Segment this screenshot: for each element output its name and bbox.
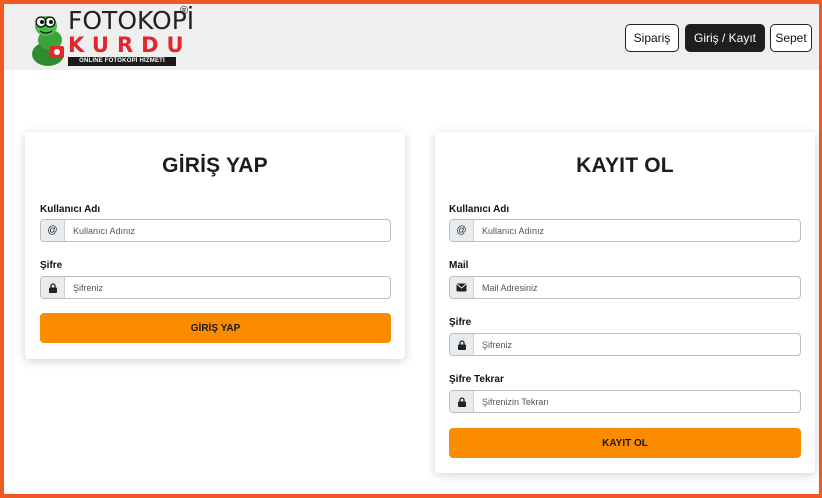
at-icon: @ xyxy=(450,220,474,241)
register-password-repeat-group xyxy=(449,390,801,413)
login-password-group xyxy=(40,276,391,299)
register-title: KAYIT OL xyxy=(576,154,674,177)
login-username-label: Kullanıcı Adı xyxy=(40,204,101,215)
login-password-input[interactable] xyxy=(65,277,390,298)
register-mail-input[interactable] xyxy=(474,277,800,298)
login-title: GİRİŞ YAP xyxy=(162,154,268,177)
register-username-group: @ xyxy=(449,219,801,242)
nav-orders-button[interactable]: Sipariş xyxy=(625,24,679,52)
brand-name-line2: KURDU xyxy=(68,33,192,57)
register-username-label: Kullanıcı Adı xyxy=(449,204,510,215)
lock-icon xyxy=(41,277,65,298)
register-password-label: Şifre xyxy=(449,317,472,328)
navbar: FOTOKOPİ ® KURDU ONLINE FOTOKOPİ HİZMETİ… xyxy=(4,4,819,70)
register-mail-group xyxy=(449,276,801,299)
nav-login-register-button[interactable]: Giriş / Kayıt xyxy=(685,24,765,52)
brand-tagline: ONLINE FOTOKOPİ HİZMETİ xyxy=(68,57,176,66)
login-username-group: @ xyxy=(40,219,391,242)
register-card: KAYIT OL Kullanıcı Adı @ Mail Şifre Şifr… xyxy=(435,132,815,473)
registered-mark: ® xyxy=(180,5,189,17)
nav-cart-button[interactable]: Sepet xyxy=(770,24,812,52)
login-card: GİRİŞ YAP Kullanıcı Adı @ Şifre GİRİŞ YA… xyxy=(25,132,405,359)
at-icon: @ xyxy=(41,220,65,241)
brand-name-line1: FOTOKOPİ xyxy=(68,6,195,35)
register-password-group xyxy=(449,333,801,356)
worm-mascot-icon xyxy=(32,16,64,66)
login-username-input[interactable] xyxy=(65,220,390,241)
login-submit-button[interactable]: GİRİŞ YAP xyxy=(40,313,391,343)
lock-icon xyxy=(450,391,474,412)
brand-logo[interactable]: FOTOKOPİ ® KURDU ONLINE FOTOKOPİ HİZMETİ xyxy=(28,5,198,68)
register-mail-label: Mail xyxy=(449,260,469,271)
register-password-repeat-input[interactable] xyxy=(474,391,800,412)
register-password-input[interactable] xyxy=(474,334,800,355)
register-password-repeat-label: Şifre Tekrar xyxy=(449,374,504,385)
lock-icon xyxy=(450,334,474,355)
register-submit-button[interactable]: KAYIT OL xyxy=(449,428,801,458)
envelope-icon xyxy=(450,277,474,298)
register-username-input[interactable] xyxy=(474,220,800,241)
login-password-label: Şifre xyxy=(40,260,63,271)
